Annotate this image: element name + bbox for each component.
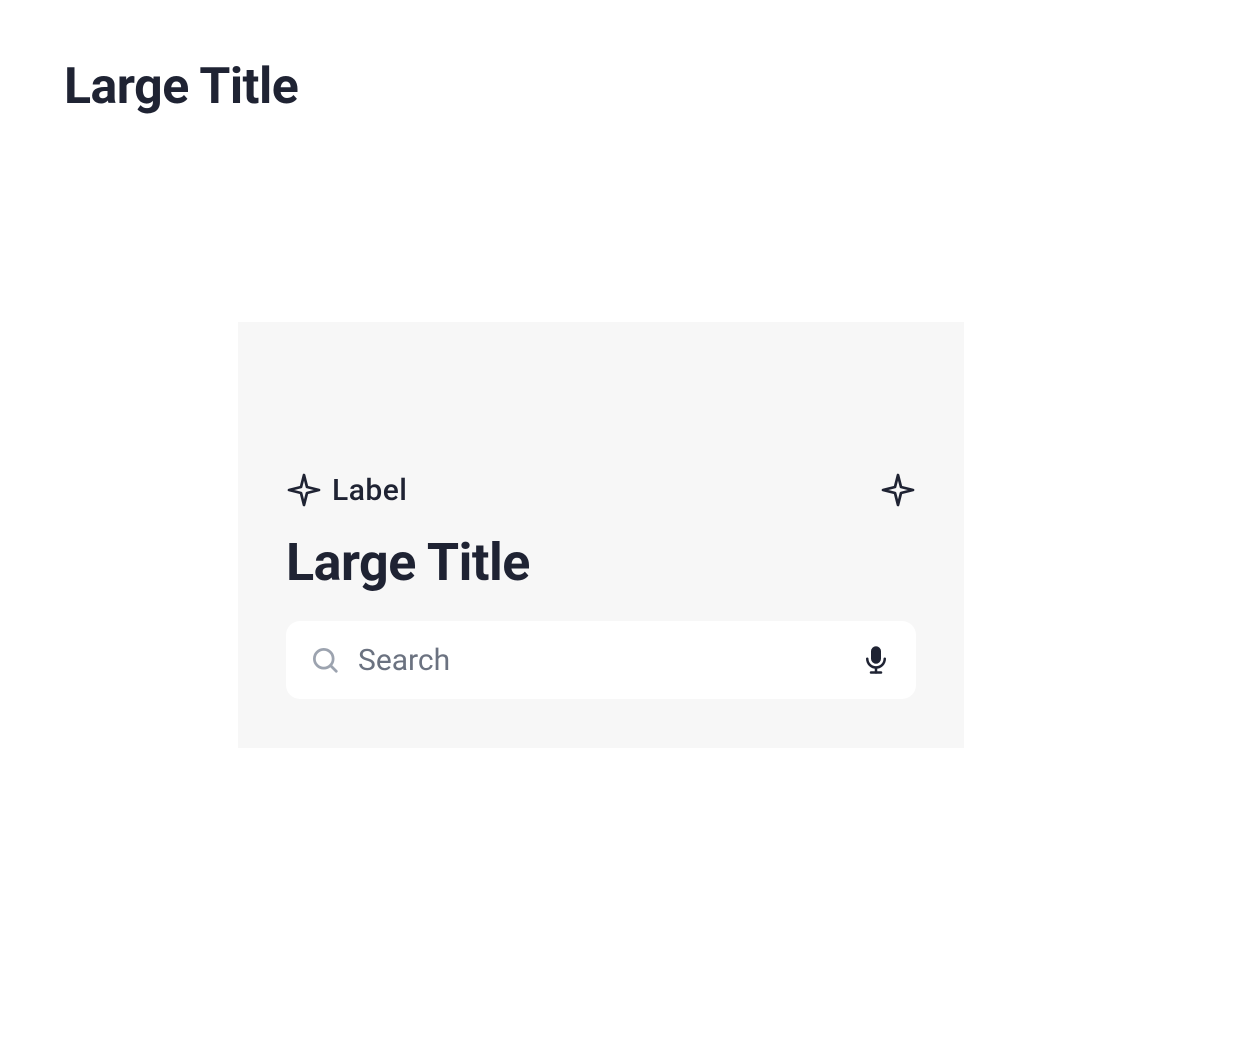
search-input[interactable]	[358, 643, 842, 678]
label-row: Label	[286, 472, 916, 508]
page-title: Large Title	[64, 58, 298, 116]
card-label: Label	[332, 473, 407, 508]
label-left: Label	[286, 472, 407, 508]
search-bar[interactable]	[286, 621, 916, 699]
sparkle-icon	[286, 472, 322, 508]
microphone-icon[interactable]	[860, 644, 892, 676]
card-title: Large Title	[286, 532, 916, 593]
card-container: Label Large Title	[238, 322, 964, 748]
search-icon	[310, 645, 340, 675]
sparkle-icon	[880, 472, 916, 508]
